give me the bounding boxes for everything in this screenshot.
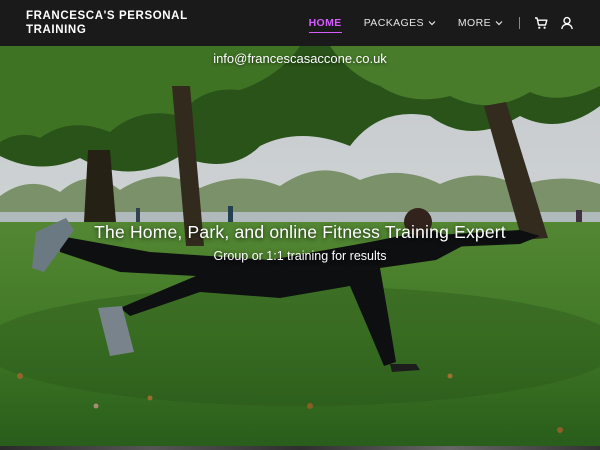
brand-line-1: FRANCESCA'S PERSONAL <box>26 10 188 22</box>
chevron-down-icon <box>495 21 503 26</box>
nav-more-label: MORE <box>457 17 491 29</box>
site-logo-text[interactable]: FRANCESCA'S PERSONAL TRAINING <box>26 9 216 37</box>
hero-subheadline: Group or 1:1 training for results <box>213 249 387 263</box>
cart-icon[interactable] <box>534 16 548 30</box>
chevron-down-icon <box>428 21 436 26</box>
hero-overlay <box>0 46 600 446</box>
hero-banner: info@francescasaccone.co.uk The Home, Pa… <box>0 46 600 446</box>
nav-divider <box>519 17 520 29</box>
main-nav: HOME PACKAGES MORE <box>308 0 574 46</box>
nav-home[interactable]: HOME <box>308 0 342 46</box>
nav-packages[interactable]: PACKAGES <box>364 0 436 46</box>
brand-line-2: TRAINING <box>26 24 87 36</box>
site-header: FRANCESCA'S PERSONAL TRAINING HOME PACKA… <box>0 0 600 46</box>
user-icon[interactable] <box>560 16 574 30</box>
hero-headline: The Home, Park, and online Fitness Train… <box>94 222 506 242</box>
contact-email[interactable]: info@francescasaccone.co.uk <box>0 51 600 66</box>
next-section-preview <box>0 446 600 450</box>
nav-home-label: HOME <box>308 17 342 29</box>
nav-more[interactable]: MORE <box>458 0 503 46</box>
nav-packages-label: PACKAGES <box>363 17 424 29</box>
